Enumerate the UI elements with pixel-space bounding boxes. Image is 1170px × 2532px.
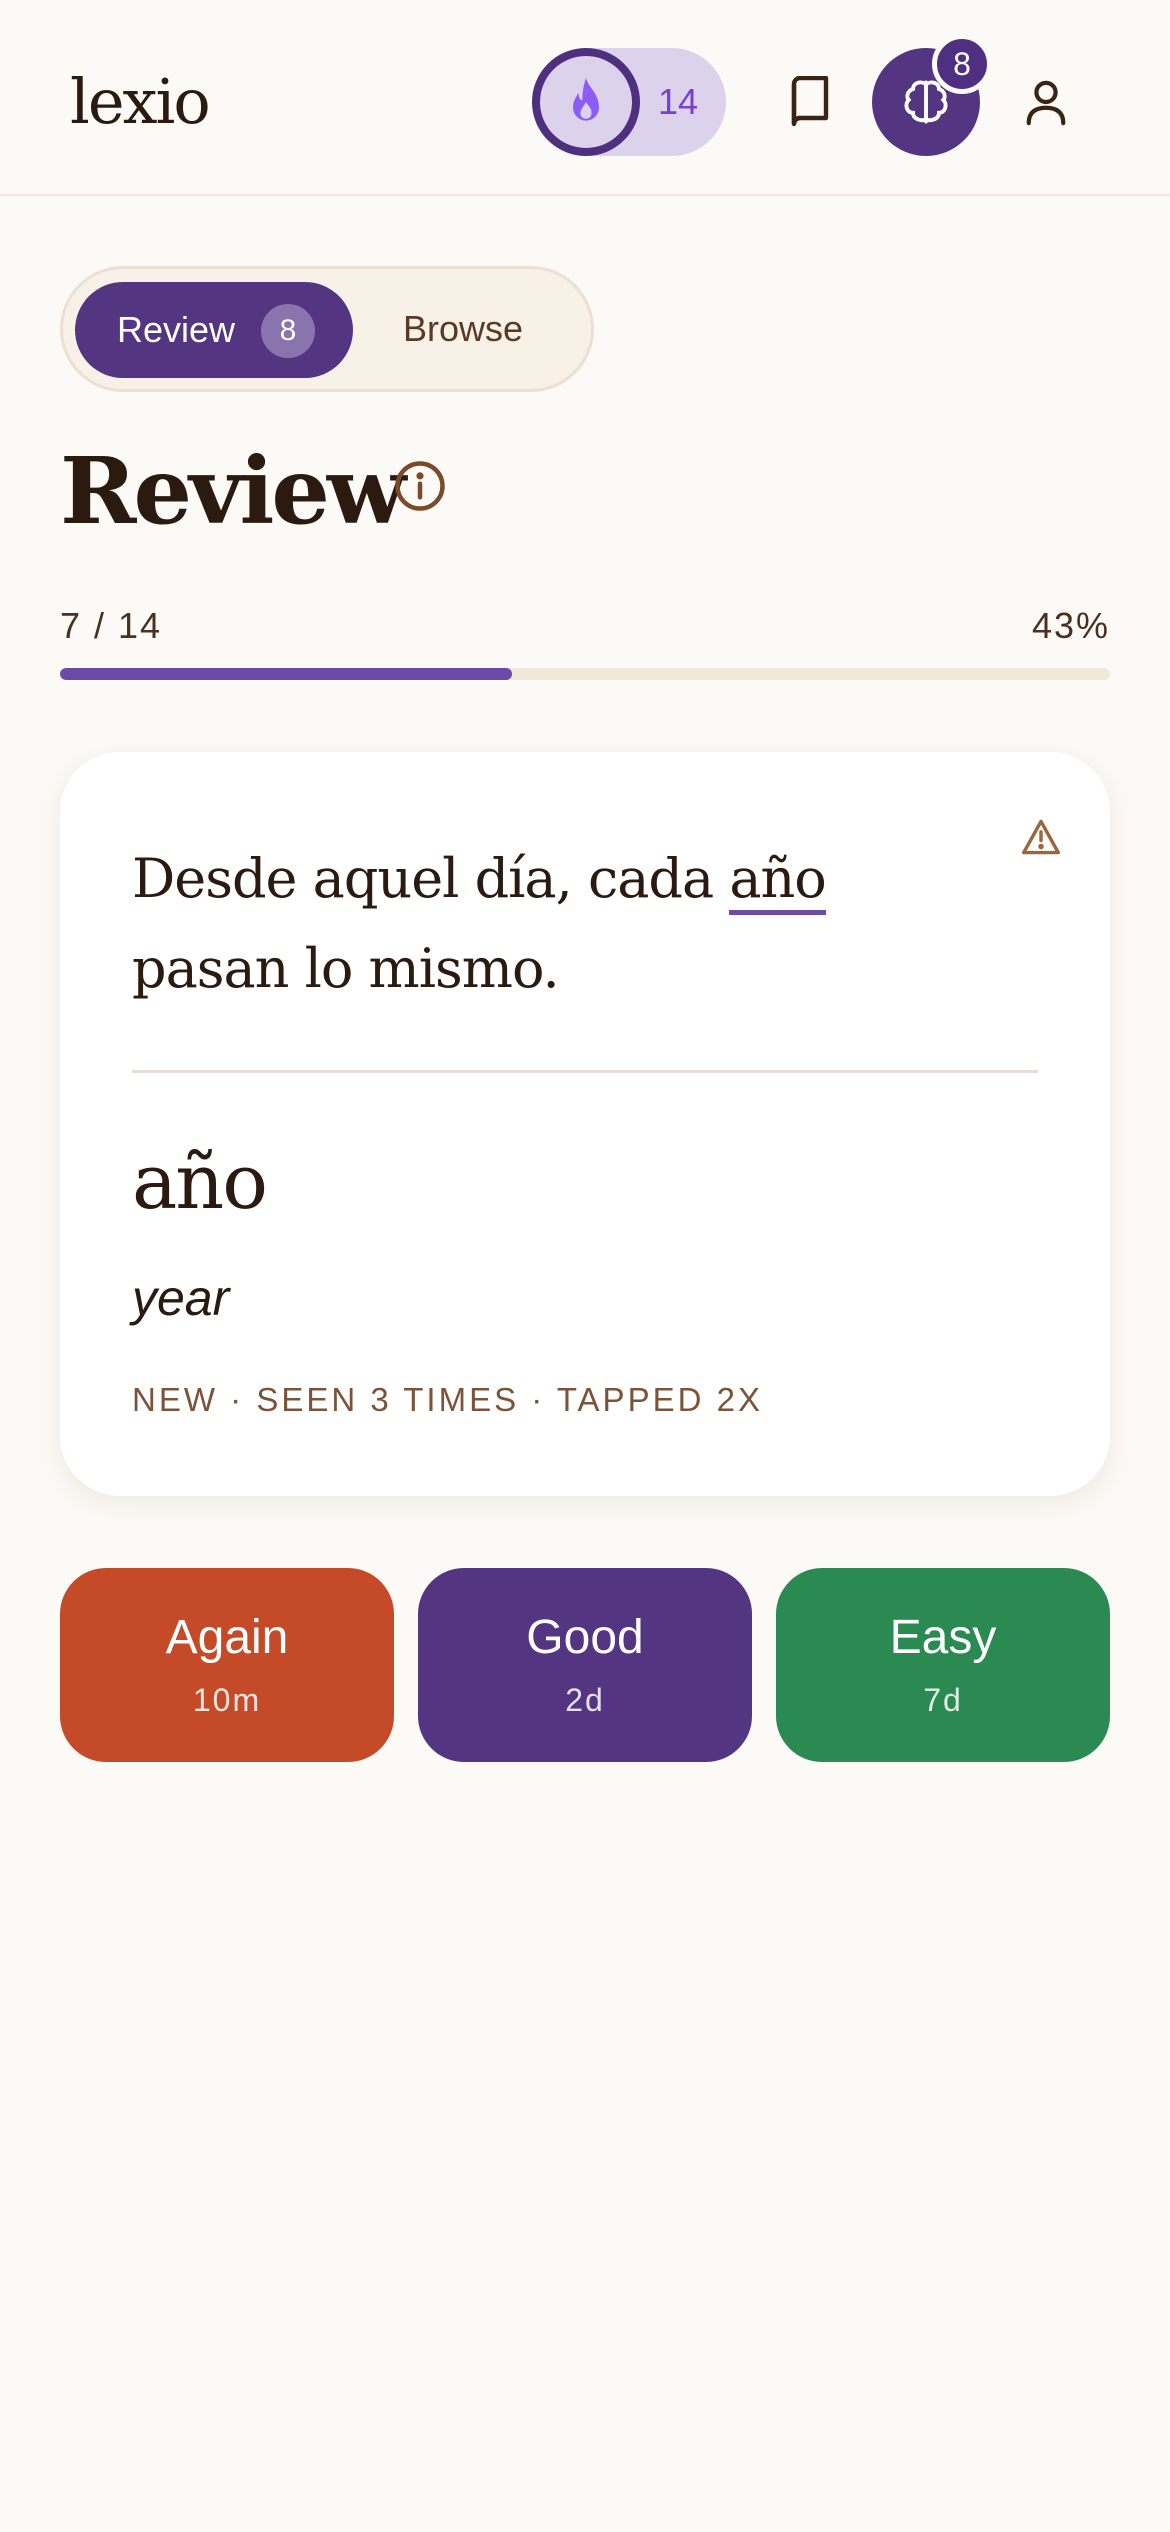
good-interval: 2d bbox=[565, 1682, 605, 1718]
tab-review-count: 8 bbox=[261, 304, 315, 358]
progress-bar-fill bbox=[60, 668, 512, 680]
easy-button[interactable]: Easy 7d bbox=[776, 1568, 1110, 1762]
profile-button[interactable] bbox=[996, 52, 1096, 152]
book-icon bbox=[791, 76, 829, 127]
easy-label: Easy bbox=[889, 1611, 997, 1664]
page-title: Review bbox=[60, 437, 406, 545]
progress-percent: 43% bbox=[1031, 605, 1110, 646]
good-label: Good bbox=[526, 1611, 644, 1664]
word-translation: year bbox=[132, 1270, 230, 1326]
again-button[interactable]: Again 10m bbox=[60, 1568, 394, 1762]
flashcard: Desde aquel día, cada año pasan lo mismo… bbox=[60, 752, 1110, 1496]
sentence-after: pasan lo mismo. bbox=[132, 937, 560, 1000]
again-interval: 10m bbox=[192, 1682, 262, 1718]
top-bar: lexio 14 8 bbox=[0, 0, 1170, 196]
word-stats: NEW · SEEN 3 TIMES · TAPPED 2X bbox=[132, 1381, 763, 1418]
sentence-before: Desde aquel día, cada bbox=[132, 847, 730, 910]
info-button[interactable] bbox=[390, 456, 450, 516]
library-button[interactable] bbox=[760, 52, 860, 152]
view-switcher: Review 8 Browse bbox=[60, 266, 594, 392]
streak-count: 14 bbox=[658, 81, 699, 122]
progress-count: 7 / 14 bbox=[60, 605, 163, 646]
streak-pill[interactable]: 14 bbox=[532, 48, 726, 156]
user-icon bbox=[1026, 80, 1066, 126]
streak-ring bbox=[532, 48, 640, 156]
notification-badge: 8 bbox=[932, 34, 992, 94]
progress-bar bbox=[60, 668, 1110, 680]
tab-browse[interactable]: Browse bbox=[403, 299, 523, 359]
card-divider bbox=[132, 1070, 1038, 1073]
flame-icon bbox=[573, 77, 599, 121]
context-sentence: Desde aquel día, cada año pasan lo mismo… bbox=[132, 834, 992, 1014]
tab-review-label: Review bbox=[117, 309, 236, 350]
tab-review[interactable]: Review 8 bbox=[75, 282, 353, 378]
target-word: año bbox=[132, 1137, 268, 1226]
app-logo[interactable]: lexio bbox=[70, 62, 211, 142]
easy-interval: 7d bbox=[923, 1682, 963, 1718]
good-button[interactable]: Good 2d bbox=[418, 1568, 752, 1762]
warning-icon bbox=[1022, 819, 1060, 855]
info-icon bbox=[395, 461, 445, 511]
report-button[interactable] bbox=[1006, 802, 1076, 872]
again-label: Again bbox=[165, 1611, 289, 1664]
sentence-highlight[interactable]: año bbox=[729, 847, 827, 915]
